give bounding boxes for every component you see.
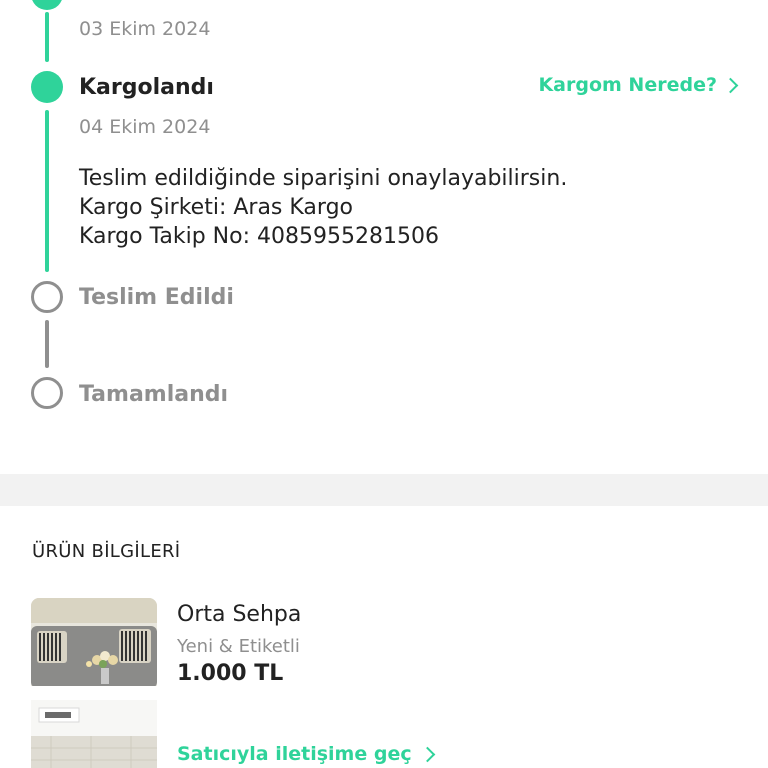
cargo-company: Kargo Şirketi: Aras Kargo xyxy=(79,195,353,220)
timeline-dot-previous xyxy=(31,0,63,10)
order-detail-page: 03 Ekim 2024 Kargolandı 04 Ekim 2024 Kar… xyxy=(0,0,768,768)
timeline-dot-completed xyxy=(31,377,63,409)
product-condition: Yeni & Etiketli xyxy=(177,636,300,657)
timeline-connector-delivered xyxy=(45,320,49,368)
shipping-info-note: Teslim edildiğinde siparişini onaylayabi… xyxy=(79,166,568,191)
where-is-my-cargo-link[interactable]: Kargom Nerede? xyxy=(538,74,739,96)
contact-seller-label: Satıcıyla iletişime geç xyxy=(177,743,412,765)
section-divider xyxy=(0,474,768,506)
where-is-my-cargo-label: Kargom Nerede? xyxy=(538,74,717,96)
product-name[interactable]: Orta Sehpa xyxy=(177,602,301,627)
product-image-illustration xyxy=(31,598,157,768)
contact-seller-link[interactable]: Satıcıyla iletişime geç xyxy=(177,743,435,765)
timeline-dot-shipped xyxy=(31,71,63,103)
cargo-tracking-number: Kargo Takip No: 4085955281506 xyxy=(79,224,439,249)
chevron-right-icon xyxy=(419,746,435,763)
product-info-title: ÜRÜN BİLGİLERİ xyxy=(32,541,181,562)
product-image[interactable] xyxy=(31,598,157,768)
product-price: 1.000 TL xyxy=(177,661,284,686)
step-title-delivered: Teslim Edildi xyxy=(79,285,234,310)
order-status-timeline: 03 Ekim 2024 Kargolandı 04 Ekim 2024 Kar… xyxy=(0,0,768,474)
step-title-completed: Tamamlandı xyxy=(79,382,229,407)
timeline-connector-previous xyxy=(45,12,49,62)
shipping-details: Teslim edildiğinde siparişini onaylayabi… xyxy=(79,164,567,251)
step-date-shipped: 04 Ekim 2024 xyxy=(79,116,211,138)
chevron-right-icon xyxy=(722,77,739,94)
timeline-dot-delivered xyxy=(31,281,63,313)
previous-step-date: 03 Ekim 2024 xyxy=(79,18,211,40)
timeline-connector-shipped xyxy=(45,110,49,272)
step-title-shipped: Kargolandı xyxy=(79,75,214,100)
